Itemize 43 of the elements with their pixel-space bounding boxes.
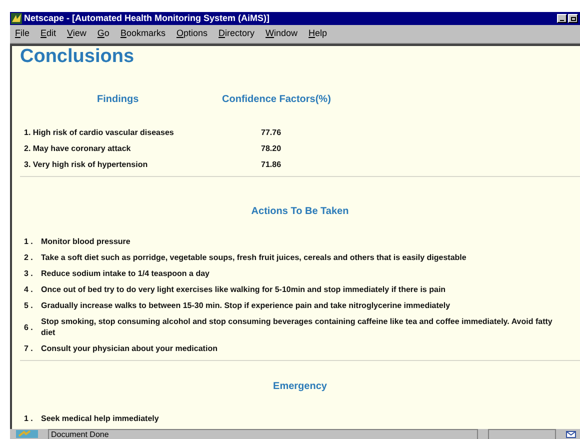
menu-item[interactable]: Help — [308, 27, 328, 41]
action-text: Gradually increase walks to between 15-30 min. Stop if experience pain and take nitroglycerine immediately — [41, 300, 450, 311]
finding-text: 2. May have coronary attack — [24, 143, 132, 154]
action-text: Take a soft diet such as porridge, vegetable soups, fresh fruit juices, cereals and others that is easily digestable — [41, 252, 466, 263]
menu-item[interactable]: Bookmarks — [120, 27, 166, 41]
confidence-value: 77.76 — [261, 127, 282, 138]
progress-panel — [488, 429, 556, 439]
finding-text: 1. High risk of cardio vascular diseases — [24, 127, 175, 138]
menu-item[interactable]: Edit — [40, 27, 56, 41]
item-number: 2 . — [24, 252, 34, 263]
page-heading: Conclusions — [20, 46, 134, 68]
action-text: Once out of bed try to do very light exercises like walking for 5-10min and stop immediately if there is pain — [41, 284, 446, 295]
action-text: Seek medical help immediately — [41, 413, 159, 424]
column-header: Confidence Factors(%) — [222, 93, 331, 107]
menu-item[interactable]: File — [15, 27, 30, 41]
menu-item[interactable]: Directory — [218, 27, 255, 41]
window-title: Netscape - [Automated Health Monitoring System (AiMS)] — [24, 12, 270, 25]
column-header: Findings — [97, 93, 140, 107]
item-number: 6 . — [24, 322, 34, 332]
finding-text: 3. Very high risk of hypertension — [24, 159, 149, 170]
confidence-value: 78.20 — [261, 143, 282, 154]
minimize-button[interactable] — [557, 14, 567, 23]
item-number: 3 . — [24, 268, 34, 279]
restore-button[interactable] — [568, 14, 578, 23]
section-heading: Emergency — [273, 380, 327, 394]
action-text: Consult your physician about your medication — [41, 343, 218, 354]
app-icon — [11, 13, 22, 24]
menu-item[interactable]: Go — [97, 27, 110, 41]
menu-item[interactable]: Options — [176, 27, 208, 41]
confidence-value: 71.86 — [261, 159, 282, 170]
action-text: Reduce sodium intake to 1/4 teaspoon a day — [41, 268, 210, 279]
menu-item[interactable]: Window — [266, 27, 298, 41]
action-text: Stop smoking, stop consuming alcohol and stop consuming beverages containing caffeine like tea and coffee immediately. Avoid fatty diet — [41, 316, 554, 338]
item-number: 7 . — [24, 343, 34, 354]
mail-icon[interactable] — [566, 430, 576, 438]
status-field: Document Done — [48, 429, 478, 439]
item-number: 4 . — [24, 284, 34, 295]
section-heading: Actions To Be Taken — [251, 205, 349, 219]
menu-item[interactable]: View — [67, 27, 86, 41]
action-text: Monitor blood pressure — [41, 236, 130, 247]
item-number: 1 . — [24, 236, 34, 247]
item-number: 1 . — [24, 413, 34, 424]
item-number: 5 . — [24, 300, 34, 311]
